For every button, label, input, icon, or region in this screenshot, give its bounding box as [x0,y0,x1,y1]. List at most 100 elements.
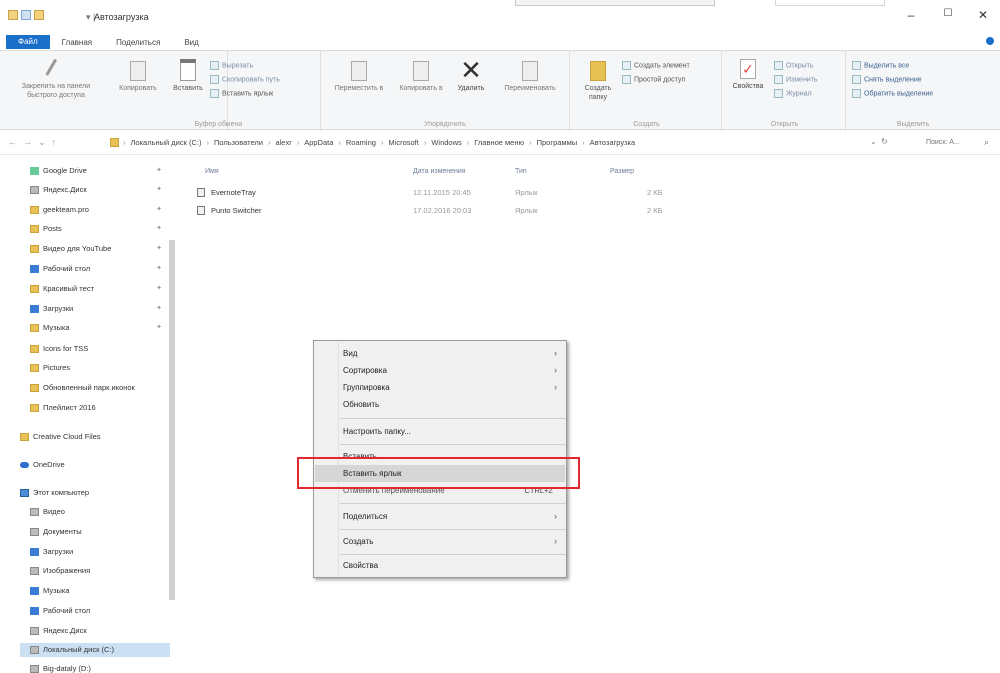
edit-label: Изменить [786,76,818,84]
properties-button[interactable]: ✓ Свойства [728,59,768,91]
file-size: 2 КБ [647,188,663,197]
nav-item-label: Изображения [43,566,91,575]
nav-item-pictures[interactable]: Pictures [30,361,170,375]
nav-item-desktop[interactable]: Рабочий стол ✦ [30,262,170,276]
edit-button[interactable]: Изменить [774,75,844,84]
paste-button[interactable]: Вставить [168,59,208,93]
ribbon-tabs: Файл Главная Поделиться Вид [0,34,1000,50]
copy-button[interactable]: Копировать [116,61,160,93]
address-dropdown-icon[interactable]: ⌄ [870,137,877,146]
tab-file[interactable]: Файл [6,35,50,49]
nav-item-label: Big-dataly (D:) [43,664,91,673]
nav-item-updated-icons[interactable]: Обновленный парк.иконок [30,381,170,395]
nav-item-google-drive[interactable]: Google Drive ✦ [30,164,170,178]
menu-item-sort[interactable]: Сортировка › [315,362,565,379]
breadcrumb-item[interactable]: Windows [431,135,461,150]
rename-button[interactable]: Переименовать [495,61,565,93]
back-arrow-icon[interactable]: ← [8,137,23,147]
new-folder-icon[interactable] [34,10,44,20]
nav-item-youtube-video[interactable]: Видео для YouTube ✦ [30,242,170,256]
forward-arrow-icon[interactable]: → [23,137,38,147]
nav-item-yandex-disk[interactable]: Яндекс.Диск ✦ [30,183,170,197]
nav-item-beautiful-test[interactable]: Красивый тест ✦ [30,282,170,296]
easy-access-button[interactable]: Простой доступ [622,75,718,84]
column-header-name[interactable]: Имя [205,168,219,175]
menu-item-new[interactable]: Создать › [315,533,565,550]
cut-button[interactable]: Вырезать [210,61,310,70]
menu-item-group[interactable]: Группировка › [315,379,565,396]
tab-share[interactable]: Поделиться [104,38,172,47]
breadcrumb-item[interactable]: AppData [304,135,333,150]
nav-item-images[interactable]: Изображения [30,564,170,578]
pin-quick-access-button[interactable]: Закрепить на панели быстрого доступа [6,58,106,100]
column-header-size[interactable]: Размер [610,168,634,175]
folder-icon [30,206,39,215]
tab-home[interactable]: Главная [50,38,104,47]
breadcrumb-item[interactable]: Программы [537,135,578,150]
delete-button[interactable]: ✕ Удалить [451,57,491,93]
nav-item-music-pc[interactable]: Музыка [30,584,170,598]
maximize-button[interactable]: ☐ [933,8,963,19]
history-button[interactable]: Журнал [774,89,844,98]
nav-item-this-pc[interactable]: Этот компьютер [20,486,160,500]
select-group: Выделить все Снять выделение Обратить вы… [848,51,978,131]
documents-icon [30,528,39,537]
nav-item-posts[interactable]: Posts ✦ [30,222,170,236]
minimize-button[interactable]: – [896,8,926,22]
move-to-button[interactable]: Переместить в [329,61,389,93]
nav-item-video[interactable]: Видео [30,505,170,519]
nav-item-desktop-pc[interactable]: Рабочий стол [30,604,170,618]
recent-chevron-icon[interactable]: ⌄ [38,137,52,147]
menu-item-properties[interactable]: Свойства [315,557,565,574]
open-button[interactable]: Открыть [774,61,844,70]
nav-item-creative-cloud[interactable]: Creative Cloud Files [20,430,160,444]
breadcrumb-item[interactable]: Автозагрузка [590,135,636,150]
copy-path-button[interactable]: Скопировать путь [210,75,320,84]
nav-item-downloads[interactable]: Загрузки ✦ [30,302,170,316]
nav-item-disk-d[interactable]: Big-dataly (D:) [30,662,170,673]
breadcrumb-item[interactable]: alexr [275,135,291,150]
file-row[interactable]: Punto Switcher 17.02.2016 20:03 Ярлык 2 … [197,206,757,218]
nav-scrollbar-thumb[interactable] [169,240,175,600]
rename-label: Переименовать [504,85,556,92]
nav-scrollbar[interactable] [168,160,176,673]
pictures-icon [30,567,39,576]
help-icon[interactable] [986,37,994,45]
nav-item-yandex-disk-pc[interactable]: Яндекс.Диск [30,624,170,638]
tab-view[interactable]: Вид [172,38,210,47]
properties-icon[interactable] [21,10,31,20]
nav-item-icons-tss[interactable]: Icons for TSS [30,342,170,356]
nav-item-documents[interactable]: Документы [30,525,170,539]
breadcrumb-item[interactable]: Microsoft [388,135,418,150]
menu-item-customize-folder[interactable]: Настроить папку... [315,423,565,440]
paste-shortcut-button[interactable]: Вставить ярлык [210,89,310,98]
refresh-icon[interactable]: ↻ [881,137,888,146]
address-bar[interactable]: › Локальный диск (C:) › Пользователи › ale… [108,135,863,150]
nav-item-downloads-pc[interactable]: Загрузки [30,545,170,559]
new-item-button[interactable]: Создать элемент [622,61,718,70]
select-none-button[interactable]: Снять выделение [852,75,972,84]
new-folder-button[interactable]: Создать папку [578,61,618,102]
breadcrumb-item[interactable]: Главное меню [474,135,524,150]
nav-item-local-disk-c[interactable]: Локальный диск (C:) [20,643,170,657]
copy-to-button[interactable]: Копировать в [391,61,451,93]
column-header-date[interactable]: Дата изменения [413,168,466,175]
folder-icon[interactable] [8,10,18,20]
close-button[interactable]: ✕ [968,8,998,22]
select-all-button[interactable]: Выделить все [852,61,972,70]
breadcrumb-item[interactable]: Пользователи [214,135,263,150]
nav-item-label: Красивый тест [43,284,95,293]
nav-item-geekteam[interactable]: geekteam.pro ✦ [30,203,170,217]
file-row[interactable]: EvernoteTray 12.11.2015 20:45 Ярлык 2 КБ [197,188,757,200]
up-arrow-icon[interactable]: ↑ [52,137,63,147]
column-header-type[interactable]: Тип [515,168,527,175]
menu-item-share[interactable]: Поделиться › [315,508,565,525]
menu-item-refresh[interactable]: Обновить [315,396,565,413]
breadcrumb-item[interactable]: Roaming [346,135,376,150]
nav-item-onedrive[interactable]: OneDrive [20,458,160,472]
nav-item-playlist[interactable]: Плейлист 2016 [30,401,170,415]
invert-selection-button[interactable]: Обратить выделение [852,89,972,98]
breadcrumb-item[interactable]: Локальный диск (C:) [131,135,202,150]
nav-item-music[interactable]: Музыка ✦ [30,321,170,335]
menu-item-view[interactable]: Вид › [315,345,565,362]
